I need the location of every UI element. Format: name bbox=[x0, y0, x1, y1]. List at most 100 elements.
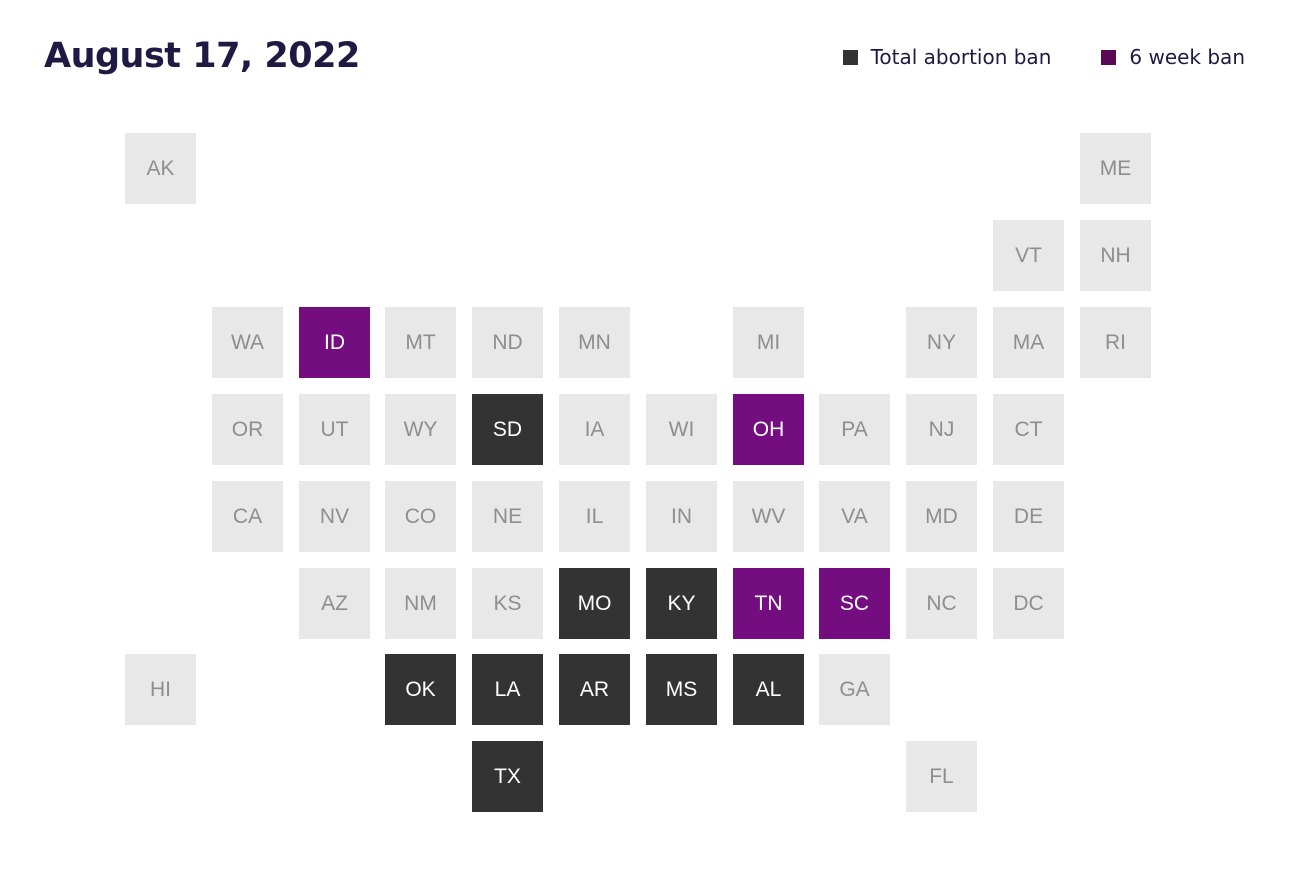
state-tile-nh: NH bbox=[1080, 220, 1151, 291]
state-tile-ak: AK bbox=[125, 133, 196, 204]
state-label: CO bbox=[404, 504, 437, 528]
state-tile-sc: SC bbox=[819, 568, 890, 639]
state-tile-in: IN bbox=[646, 481, 717, 552]
state-label: ID bbox=[324, 330, 345, 354]
state-label: VT bbox=[1015, 243, 1042, 267]
state-label: SC bbox=[839, 591, 870, 615]
state-tile-md: MD bbox=[906, 481, 977, 552]
state-tile-ma: MA bbox=[993, 307, 1064, 378]
state-tile-mt: MT bbox=[385, 307, 456, 378]
state-label: OH bbox=[752, 417, 785, 441]
state-label: AL bbox=[755, 677, 782, 701]
state-label: AK bbox=[146, 156, 175, 180]
state-tile-mi: MI bbox=[733, 307, 804, 378]
state-label: NM bbox=[404, 591, 437, 615]
state-label: MT bbox=[405, 330, 436, 354]
state-tile-pa: PA bbox=[819, 394, 890, 465]
state-label: DC bbox=[1013, 591, 1044, 615]
state-label: KY bbox=[667, 591, 696, 615]
state-tile-fl: FL bbox=[906, 741, 977, 812]
state-tile-tx: TX bbox=[472, 741, 543, 812]
state-label: CA bbox=[232, 504, 263, 528]
state-tile-ia: IA bbox=[559, 394, 630, 465]
state-label: TN bbox=[754, 591, 783, 615]
state-tile-or: OR bbox=[212, 394, 283, 465]
state-tile-de: DE bbox=[993, 481, 1064, 552]
state-label: MO bbox=[577, 591, 612, 615]
state-label: CT bbox=[1014, 417, 1043, 441]
state-tile-nj: NJ bbox=[906, 394, 977, 465]
state-tile-wy: WY bbox=[385, 394, 456, 465]
state-tile-ky: KY bbox=[646, 568, 717, 639]
state-tile-ms: MS bbox=[646, 654, 717, 725]
state-label: LA bbox=[494, 677, 521, 701]
state-tile-co: CO bbox=[385, 481, 456, 552]
state-tile-ks: KS bbox=[472, 568, 543, 639]
state-label: IL bbox=[585, 504, 604, 528]
state-tile-me: ME bbox=[1080, 133, 1151, 204]
state-label: AR bbox=[579, 677, 610, 701]
state-tile-nm: NM bbox=[385, 568, 456, 639]
state-label: MN bbox=[578, 330, 611, 354]
state-label: OR bbox=[231, 417, 264, 441]
state-label: WV bbox=[751, 504, 786, 528]
state-tile-al: AL bbox=[733, 654, 804, 725]
state-tile-tn: TN bbox=[733, 568, 804, 639]
state-tile-ok: OK bbox=[385, 654, 456, 725]
state-tile-wa: WA bbox=[212, 307, 283, 378]
state-label: WI bbox=[668, 417, 695, 441]
state-tile-mo: MO bbox=[559, 568, 630, 639]
state-label: SD bbox=[492, 417, 523, 441]
state-tile-ar: AR bbox=[559, 654, 630, 725]
state-label: OK bbox=[405, 677, 436, 701]
state-tile-va: VA bbox=[819, 481, 890, 552]
state-label: FL bbox=[929, 764, 954, 788]
state-tile-dc: DC bbox=[993, 568, 1064, 639]
state-label: NE bbox=[492, 504, 523, 528]
state-tile-az: AZ bbox=[299, 568, 370, 639]
state-tile-ri: RI bbox=[1080, 307, 1151, 378]
state-label: MS bbox=[665, 677, 698, 701]
state-tile-ne: NE bbox=[472, 481, 543, 552]
state-label: MI bbox=[756, 330, 781, 354]
state-tile-ct: CT bbox=[993, 394, 1064, 465]
state-tile-wv: WV bbox=[733, 481, 804, 552]
state-label: TX bbox=[494, 764, 521, 788]
state-tile-map: AK ME VT NH WA ID MT ND MN MI NY MA RI OR UT WY SD IA WI OH… bbox=[0, 0, 1305, 870]
state-label: VA bbox=[841, 504, 868, 528]
state-tile-mn: MN bbox=[559, 307, 630, 378]
state-label: ME bbox=[1099, 156, 1132, 180]
state-label: MD bbox=[925, 504, 958, 528]
state-label: NV bbox=[319, 504, 350, 528]
state-label: ND bbox=[492, 330, 523, 354]
state-tile-il: IL bbox=[559, 481, 630, 552]
state-label: NH bbox=[1100, 243, 1131, 267]
state-label: KS bbox=[493, 591, 522, 615]
state-label: DE bbox=[1013, 504, 1044, 528]
state-label: NJ bbox=[928, 417, 955, 441]
state-label: WY bbox=[403, 417, 438, 441]
state-tile-wi: WI bbox=[646, 394, 717, 465]
state-tile-ca: CA bbox=[212, 481, 283, 552]
state-label: HI bbox=[150, 677, 171, 701]
state-tile-ga: GA bbox=[819, 654, 890, 725]
state-tile-oh: OH bbox=[733, 394, 804, 465]
state-label: WA bbox=[230, 330, 265, 354]
state-tile-sd: SD bbox=[472, 394, 543, 465]
state-label: NY bbox=[926, 330, 957, 354]
state-label: GA bbox=[839, 677, 870, 701]
state-label: NC bbox=[926, 591, 957, 615]
state-tile-nc: NC bbox=[906, 568, 977, 639]
state-label: PA bbox=[841, 417, 868, 441]
state-tile-id: ID bbox=[299, 307, 370, 378]
state-label: IN bbox=[671, 504, 692, 528]
state-tile-ut: UT bbox=[299, 394, 370, 465]
state-tile-nv: NV bbox=[299, 481, 370, 552]
state-tile-ny: NY bbox=[906, 307, 977, 378]
state-tile-hi: HI bbox=[125, 654, 196, 725]
state-tile-vt: VT bbox=[993, 220, 1064, 291]
state-label: MA bbox=[1012, 330, 1045, 354]
state-label: UT bbox=[320, 417, 349, 441]
state-tile-nd: ND bbox=[472, 307, 543, 378]
state-label: RI bbox=[1105, 330, 1126, 354]
